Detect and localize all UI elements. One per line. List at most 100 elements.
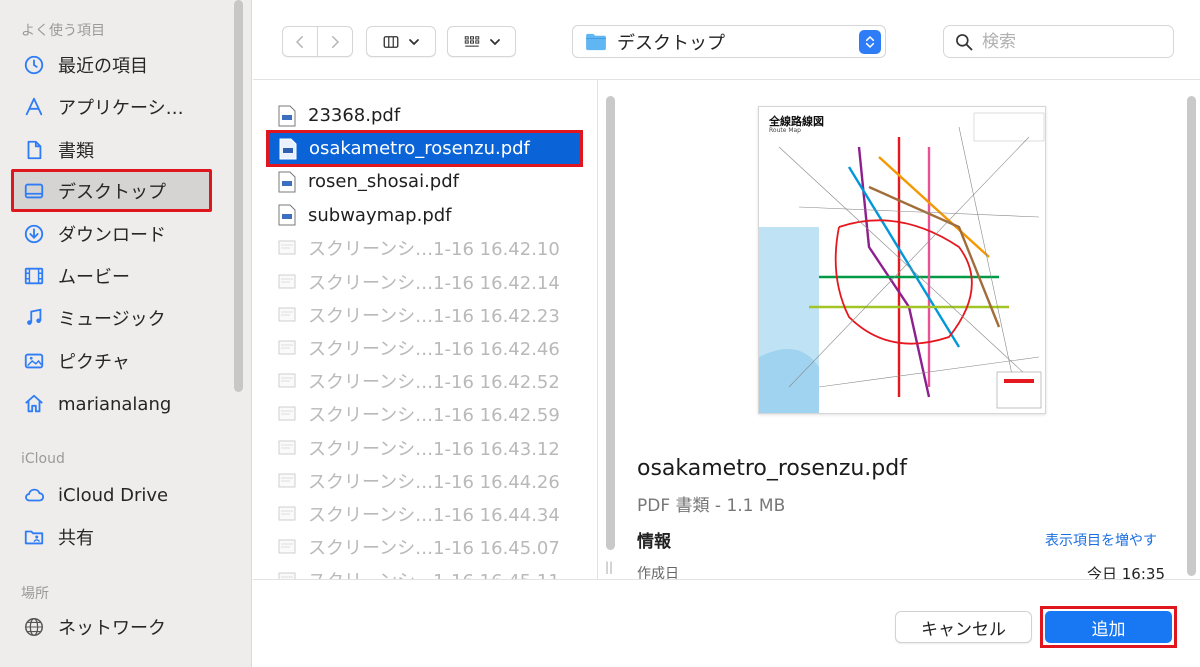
- image-file-icon: [278, 274, 296, 288]
- sidebar-item-recents[interactable]: 最近の項目: [14, 45, 212, 85]
- file-row[interactable]: スクリーンシ…1-16 16.42.52: [268, 365, 583, 398]
- file-name: スクリーンシ…1-16 16.42.14: [308, 272, 560, 294]
- file-row[interactable]: スクリーンシ…1-16 16.42.14: [268, 265, 583, 298]
- file-name: スクリーンシ…1-16 16.42.23: [308, 305, 560, 327]
- chevron-down-icon: [409, 38, 419, 45]
- image-file-icon: [278, 473, 296, 488]
- sidebar-item-label: ミュージック: [58, 309, 166, 330]
- file-name: スクリーンシ…1-16 16.44.34: [308, 504, 560, 526]
- search-field[interactable]: [943, 25, 1174, 58]
- sidebar-item-shared[interactable]: 共有: [14, 517, 212, 557]
- file-name: 23368.pdf: [308, 105, 401, 126]
- image-file-icon: [278, 440, 296, 454]
- file-name: スクリーンシ…1-16 16.42.46: [308, 338, 560, 360]
- sidebar-item-label: 共有: [58, 528, 94, 549]
- desktop-icon: [22, 179, 46, 203]
- location-popup[interactable]: デスクトップ: [572, 25, 886, 58]
- file-name: スクリーンシ…1-16 16.43.12: [308, 438, 560, 460]
- file-row[interactable]: スクリーンシ…1-16 16.44.26: [268, 464, 583, 497]
- image-file-icon: [278, 406, 296, 421]
- sidebar-item-label: iCloud Drive: [58, 484, 169, 506]
- globe-icon: [22, 615, 46, 639]
- sidebar-item-label: marianalang: [58, 393, 172, 415]
- image-file-icon: [278, 539, 296, 554]
- column-resize-handle[interactable]: ||: [605, 560, 613, 574]
- sidebar-item-desktop[interactable]: デスクトップ: [11, 169, 212, 212]
- search-icon: [956, 33, 973, 50]
- file-name: スクリーンシ…1-16 16.42.59: [308, 405, 560, 427]
- file-name: スクリーンシ…1-16 16.42.10: [308, 239, 560, 261]
- file-name: スクリーンシ…1-16 16.42.52: [308, 372, 560, 394]
- preview-file-name: osakametro_rosenzu.pdf: [637, 456, 907, 481]
- photo-icon: [22, 349, 46, 373]
- sidebar-item-documents[interactable]: 書類: [14, 130, 212, 170]
- forward-button[interactable]: [317, 26, 353, 57]
- file-row[interactable]: スクリーンシ…1-16 16.45.07: [268, 531, 583, 564]
- image-file-icon: [278, 506, 296, 521]
- file-row[interactable]: スクリーンシ…1-16 16.42.46: [268, 331, 583, 364]
- sidebar-item-label: ムービー: [58, 267, 130, 288]
- music-note-icon: [22, 306, 46, 330]
- file-row[interactable]: スクリーンシ…1-16 16.43.12: [268, 431, 583, 464]
- image-file-icon: [278, 340, 296, 355]
- file-list-scrollbar[interactable]: [606, 96, 615, 550]
- add-button-label: 追加: [1045, 611, 1172, 643]
- back-button[interactable]: [282, 26, 318, 57]
- sidebar-item-network[interactable]: ネットワーク: [14, 607, 212, 647]
- image-file-icon: [278, 373, 296, 388]
- location-stepper[interactable]: [859, 30, 881, 54]
- search-input[interactable]: [982, 31, 1162, 52]
- chevron-left-icon: [295, 35, 303, 48]
- column-divider: [597, 80, 598, 579]
- toolbar-divider: [253, 79, 1200, 80]
- file-row[interactable]: スクリーンシ…1-16 16.42.59: [268, 398, 583, 431]
- sidebar-item-applications[interactable]: アプリケーシ…: [14, 87, 212, 127]
- columns-view-icon: [383, 35, 399, 48]
- sidebar-item-label: 書類: [58, 141, 94, 162]
- grid-icon: [464, 35, 479, 47]
- sidebar-item-movies[interactable]: ムービー: [14, 256, 212, 296]
- sidebar-item-home[interactable]: marianalang: [14, 384, 212, 424]
- location-label: デスクトップ: [617, 32, 725, 54]
- file-row[interactable]: スクリーンシ…1-16 16.42.10: [268, 232, 583, 265]
- sidebar-item-pictures[interactable]: ピクチャ: [14, 341, 212, 381]
- image-file-icon: [278, 240, 296, 255]
- route-map-graphic: [759, 112, 1045, 413]
- folder-icon: [586, 33, 606, 50]
- file-row[interactable]: スクリーンシ…1-16 16.42.23: [268, 298, 583, 331]
- file-name: スクリーンシ…1-16 16.44.26: [308, 471, 560, 493]
- image-file-icon: [278, 307, 296, 322]
- sidebar-item-label: デスクトップ: [58, 181, 166, 203]
- file-row[interactable]: osakametro_rosenzu.pdf: [266, 130, 583, 168]
- preview-scrollbar[interactable]: [1187, 96, 1196, 576]
- pdf-file-icon: [278, 105, 296, 126]
- applications-icon: [22, 95, 46, 119]
- preview-file-meta: PDF 書類 - 1.1 MB: [637, 496, 786, 516]
- sidebar-section-locations: 場所: [21, 586, 49, 602]
- add-button[interactable]: 追加: [1040, 606, 1177, 648]
- group-button[interactable]: [447, 26, 516, 57]
- cloud-icon: [22, 483, 46, 507]
- file-name: スクリーンシ…1-16 16.45.07: [308, 538, 560, 560]
- download-icon: [22, 222, 46, 246]
- sidebar-item-label: ピクチャ: [58, 352, 130, 373]
- sidebar-item-music[interactable]: ミュージック: [14, 298, 212, 338]
- sidebar-item-label: 最近の項目: [58, 56, 148, 77]
- sidebar-item-label: アプリケーシ…: [58, 98, 184, 119]
- sidebar-item-icloud-drive[interactable]: iCloud Drive: [14, 475, 212, 515]
- file-row[interactable]: スクリーンシ…1-16 16.44.34: [268, 497, 583, 530]
- file-row[interactable]: 23368.pdf: [268, 99, 583, 132]
- shared-folder-icon: [22, 525, 46, 549]
- view-mode-button[interactable]: [366, 26, 436, 57]
- sidebar-item-label: ネットワーク: [58, 618, 166, 639]
- pdf-file-icon: [278, 171, 296, 193]
- show-more-link[interactable]: 表示項目を増やす: [1045, 530, 1157, 550]
- sidebar-section-favorites: よく使う項目: [21, 23, 105, 39]
- sidebar-item-downloads[interactable]: ダウンロード: [14, 214, 212, 254]
- cancel-button[interactable]: キャンセル: [895, 611, 1032, 643]
- sidebar-scrollbar[interactable]: [234, 0, 243, 392]
- file-row[interactable]: subwaymap.pdf: [268, 199, 583, 232]
- file-row[interactable]: rosen_shosai.pdf: [268, 165, 583, 198]
- preview-thumbnail: 全線路線図 Route Map: [758, 106, 1046, 414]
- sidebar-item-label: ダウンロード: [58, 225, 166, 246]
